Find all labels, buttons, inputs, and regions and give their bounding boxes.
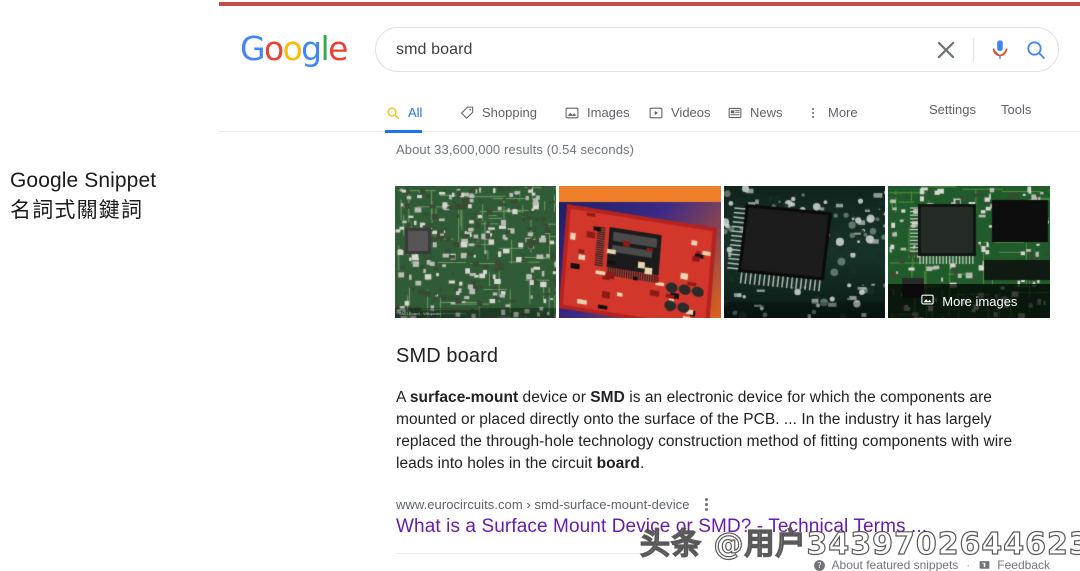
tab-all[interactable]: All — [385, 97, 423, 133]
active-tab-underline — [385, 130, 423, 133]
search-box-divider — [973, 37, 974, 62]
feedback-link[interactable]: Feedback — [978, 558, 1050, 571]
google-search-results-pane: Google smd board All Shopping Images Vid… — [219, 8, 1080, 571]
tools-link[interactable]: Tools — [1001, 102, 1031, 117]
tab-all-label: All — [408, 105, 423, 120]
help-circle-icon: ? — [813, 559, 826, 571]
google-logo[interactable]: Google — [240, 32, 348, 65]
thumbnail-image-1[interactable]: SMD Board - Wikipedia — [395, 186, 557, 318]
tab-news[interactable]: News — [727, 97, 783, 128]
source-url[interactable]: www.eurocircuits.com › smd-surface-mount… — [396, 497, 690, 512]
result-stats: About 33,600,000 results (0.54 seconds) — [396, 142, 635, 157]
tag-icon — [459, 105, 475, 121]
tab-images[interactable]: Images — [564, 97, 630, 128]
three-dots-vertical-icon[interactable] — [700, 495, 714, 513]
tab-news-label: News — [750, 105, 783, 120]
search-header: Google smd board — [219, 8, 1080, 92]
video-icon — [648, 105, 664, 121]
footer-separator: · — [966, 558, 971, 571]
tab-images-label: Images — [587, 105, 630, 120]
featured-snippet-title: SMD board — [396, 345, 499, 367]
featured-snippet-footer: ? About featured snippets · Feedback — [813, 558, 1050, 571]
top-divider-rule — [219, 2, 1080, 6]
pcb-thumbnail-canvas — [559, 186, 721, 318]
more-vertical-icon — [805, 105, 821, 121]
tab-more[interactable]: More — [805, 97, 858, 128]
search-box[interactable]: smd board — [375, 27, 1059, 72]
tab-more-label: More — [828, 105, 858, 120]
annotation-line-chinese: 名詞式關鍵詞 — [10, 198, 144, 222]
more-images-label: More images — [942, 293, 1018, 309]
microphone-icon[interactable] — [986, 33, 1014, 67]
thumbnail-caption-1: SMD Board - Wikipedia — [399, 311, 441, 316]
featured-snippet-result-link[interactable]: What is a Surface Mount Device or SMD? -… — [396, 516, 927, 538]
news-icon — [727, 105, 743, 121]
more-images-button[interactable]: More images — [887, 284, 1050, 318]
annotation-block: Google Snippet 名詞式關鍵詞 — [10, 166, 225, 226]
about-featured-snippets-link[interactable]: ? About featured snippets — [813, 558, 959, 571]
tab-shopping-label: Shopping — [482, 105, 537, 120]
pcb-thumbnail-canvas — [395, 186, 557, 318]
snippet-bold-term: surface-mount — [409, 389, 519, 406]
settings-link[interactable]: Settings — [929, 102, 976, 117]
image-icon — [564, 105, 580, 121]
thumbnail-image-4[interactable]: More images — [887, 186, 1050, 318]
featured-snippet-body: A surface-mount device or SMD is an elec… — [396, 389, 1013, 472]
pcb-thumbnail-canvas — [723, 186, 885, 318]
search-icon — [385, 105, 401, 121]
featured-snippet-source-row: www.eurocircuits.com › smd-surface-mount… — [396, 495, 714, 513]
annotation-line-english: Google Snippet — [10, 169, 157, 192]
thumbnail-image-3[interactable] — [723, 186, 885, 318]
snippet-bold-term: board — [596, 455, 640, 472]
search-submit-icon[interactable] — [1014, 33, 1058, 67]
image-results-strip: SMD Board - Wikipedia More images — [395, 186, 1050, 318]
tab-videos[interactable]: Videos — [648, 97, 711, 128]
svg-text:?: ? — [817, 561, 821, 570]
snippet-bold-term: SMD — [590, 389, 625, 406]
tab-videos-label: Videos — [671, 105, 711, 120]
thumbnail-image-2[interactable] — [559, 186, 721, 318]
search-input[interactable]: smd board — [376, 41, 929, 59]
close-icon[interactable] — [929, 33, 963, 67]
flag-icon — [978, 559, 991, 571]
screenshot-root: Google Snippet 名詞式關鍵詞 Google smd board A… — [0, 0, 1080, 571]
footer-divider — [396, 553, 646, 554]
photo-icon — [920, 292, 935, 310]
search-nav-tabs: All Shopping Images Videos News More Set… — [219, 92, 1080, 133]
tab-shopping[interactable]: Shopping — [459, 97, 537, 128]
feedback-label: Feedback — [997, 558, 1050, 571]
about-featured-snippets-label: About featured snippets — [831, 558, 959, 571]
